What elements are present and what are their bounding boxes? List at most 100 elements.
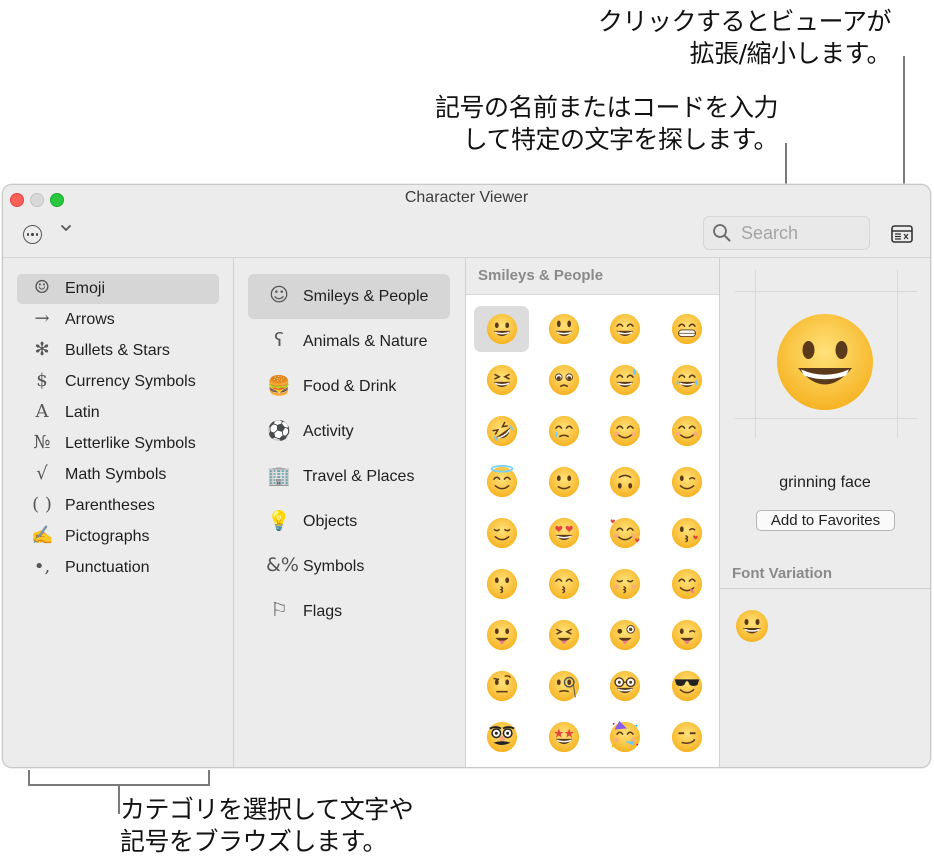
emoji-cell[interactable] [474,561,529,607]
callout-text: 記号をブラウズします。 [120,827,388,856]
add-to-favorites-button[interactable]: Add to Favorites [756,510,895,531]
zany-icon [609,619,641,651]
category-label: Travel & Places [303,468,415,485]
emoji-cell[interactable] [659,561,714,607]
sidebar-item-pictographs[interactable]: ✍ Pictographs [17,522,219,552]
search-field[interactable]: Search [703,216,870,250]
search-placeholder: Search [741,223,799,243]
sidebar-item-emoji[interactable]: ☺ Emoji [17,274,219,304]
monocle-icon [548,670,580,702]
category-animals-nature[interactable]: ʕ Animals & Nature [248,319,450,364]
smiling-hearts-icon [609,517,641,549]
emoji-cell[interactable] [474,510,529,556]
smile-icon [609,313,641,345]
emoji-cell[interactable] [659,408,714,454]
parentheses-icon: ( ) [32,494,52,515]
emoji-cell[interactable] [536,510,591,556]
more-options-icon[interactable] [23,225,42,244]
relaxed-icon [609,415,641,447]
emoji-cell[interactable] [536,459,591,505]
category-objects[interactable]: 💡 Objects [248,499,450,544]
emoji-cell[interactable] [597,612,652,658]
emoji-cell[interactable] [474,714,529,760]
category-list: ☺ Smileys & People ʕ Animals & Nature 🍔 Food … [234,258,466,767]
emoji-cell[interactable] [597,510,652,556]
pen-icon: ✍ [31,525,54,546]
sidebar-item-bullets-stars[interactable]: ✻ Bullets & Stars [17,336,219,366]
emoji-cell[interactable] [597,561,652,607]
emoji-cell[interactable] [659,357,714,403]
sidebar-item-math-symbols[interactable]: √ Math Symbols [17,460,219,490]
emoji-cell[interactable] [474,663,529,709]
divider [720,588,930,589]
emoji-cell[interactable] [659,459,714,505]
emoji-cell[interactable] [659,714,714,760]
emoji-cell[interactable] [659,663,714,709]
emoji-cell[interactable] [536,408,591,454]
dollar-icon: $ [36,370,48,391]
emoji-cell[interactable] [659,306,714,352]
sidebar-item-parentheses[interactable]: ( ) Parentheses [17,491,219,521]
category-label: Objects [303,513,358,530]
smiley-outline-icon: ☺ [269,284,289,306]
emoji-cell[interactable] [474,408,529,454]
sidebar-item-letterlike-symbols[interactable]: № Letterlike Symbols [17,429,219,459]
category-smileys-people[interactable]: ☺ Smileys & People [248,274,450,319]
emoji-cell[interactable] [474,612,529,658]
emoji-grid-panel: Smileys & People [466,258,720,767]
emoji-cell[interactable] [536,612,591,658]
emoji-cell[interactable] [474,459,529,505]
sidebar-item-currency-symbols[interactable]: $ Currency Symbols [17,367,219,397]
callout-text: 記号の名前またはコードを入力 [434,93,779,122]
sidebar-item-punctuation[interactable]: •, Punctuation [17,553,219,583]
emoji-cell[interactable] [659,612,714,658]
category-flags[interactable]: ⚐ Flags [248,589,450,634]
emoji-cell[interactable] [536,561,591,607]
emoji-cell[interactable] [597,408,652,454]
category-label: Animals & Nature [303,333,428,350]
category-activity[interactable]: ⚽ Activity [248,409,450,454]
detail-panel: grinning face Add to Favorites Font Vari… [720,258,930,767]
grinning-icon [486,313,518,345]
font-variation-grinning-icon[interactable] [734,608,770,644]
radical-icon: √ [36,463,48,484]
expand-viewer-icon[interactable] [891,225,913,243]
innocent-icon [486,465,518,498]
sidebar-item-arrows[interactable]: → Arrows [17,305,219,335]
callout-viewer-toggle: クリックするとビューアが 拡張/縮小します。 [598,6,892,70]
grin-icon [671,313,703,345]
emoji-cell[interactable] [659,510,714,556]
emoji-cell[interactable] [536,714,591,760]
category-travel-places[interactable]: 🏢 Travel & Places [248,454,450,499]
winking-tongue-icon [671,619,703,651]
window-title: Character Viewer [404,189,529,206]
chevron-down-icon[interactable] [60,222,72,237]
arrow-icon: → [34,308,50,329]
heart-eyes-icon [548,517,580,549]
emoji-cell[interactable] [536,663,591,709]
category-label: Smileys & People [303,288,429,305]
emoji-cell[interactable] [474,306,529,352]
emoji-cell[interactable] [597,663,652,709]
sweat-smile-icon [609,364,641,396]
emoji-cell[interactable] [536,306,591,352]
character-preview [735,270,917,438]
category-symbols[interactable]: &% Symbols [248,544,450,589]
category-label: Activity [303,423,354,440]
partying-icon [609,720,641,753]
sidebar-item-latin[interactable]: A Latin [17,398,219,428]
bear-icon: ʕ [274,329,284,351]
font-variation-header: Font Variation [732,565,833,582]
sidebar: ☺ Emoji → Arrows ✻ Bullets & Stars $ Currency S… [3,258,234,767]
emoji-cell[interactable] [597,357,652,403]
emoji-cell[interactable] [597,459,652,505]
emoji-cell[interactable] [597,306,652,352]
emoji-cell[interactable] [536,357,591,403]
emoji-cell[interactable] [597,714,652,760]
emoji-cell[interactable] [474,357,529,403]
sidebar-item-label: Arrows [65,311,115,328]
kissing-smiling-eyes-icon [548,568,580,600]
flag-icon: ⚐ [270,599,288,621]
category-food-drink[interactable]: 🍔 Food & Drink [248,364,450,409]
punctuation-icon: •, [33,556,51,577]
